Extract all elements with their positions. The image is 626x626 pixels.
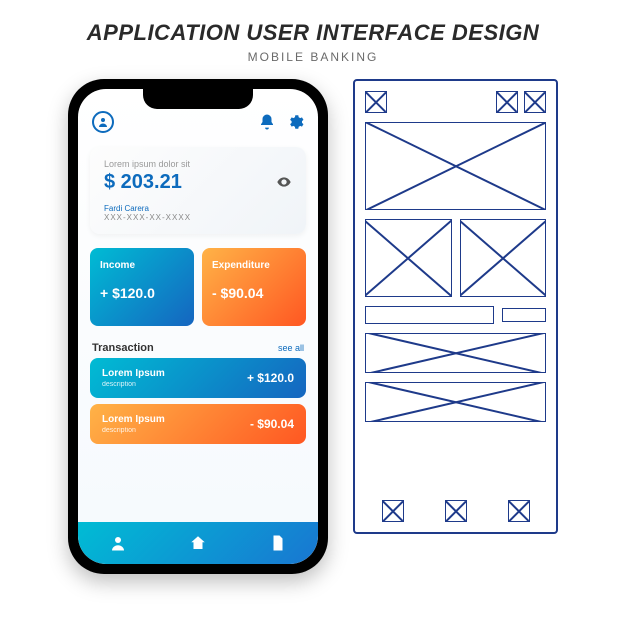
wf-placeholder — [502, 308, 546, 322]
wf-placeholder — [508, 500, 530, 522]
see-all-link[interactable]: see all — [278, 343, 304, 353]
balance-card: Lorem ipsum dolor sit $ 203.21 Fardi Car… — [90, 147, 306, 234]
nav-home-icon[interactable] — [189, 534, 207, 552]
transaction-row[interactable]: Lorem Ipsum description + $120.0 — [90, 358, 306, 398]
transaction-desc: description — [102, 381, 165, 388]
income-card[interactable]: Income + $120.0 — [90, 248, 194, 326]
transaction-title: Lorem Ipsum — [102, 414, 165, 425]
wf-placeholder — [365, 91, 387, 113]
transaction-row[interactable]: Lorem Ipsum description - $90.04 — [90, 404, 306, 444]
transaction-value: + $120.0 — [247, 371, 294, 385]
bottom-nav — [78, 522, 318, 564]
profile-button[interactable] — [92, 111, 114, 133]
gear-icon[interactable] — [286, 113, 304, 131]
wf-placeholder — [365, 333, 546, 373]
expenditure-label: Expenditure — [212, 260, 296, 271]
wf-placeholder — [445, 500, 467, 522]
balance-label: Lorem ipsum dolor sit — [104, 159, 292, 169]
expenditure-value: - $90.04 — [212, 285, 296, 301]
account-number: XXX-XXX-XX-XXXX — [104, 213, 292, 222]
wf-placeholder — [365, 122, 546, 210]
account-name: Fardi Carera — [104, 204, 292, 213]
balance-amount: $ 203.21 — [104, 171, 182, 194]
wf-placeholder — [524, 91, 546, 113]
wf-placeholder — [496, 91, 518, 113]
income-value: + $120.0 — [100, 285, 184, 301]
wf-placeholder — [365, 382, 546, 422]
wf-placeholder — [382, 500, 404, 522]
nav-document-icon[interactable] — [269, 534, 287, 552]
bell-icon[interactable] — [258, 113, 276, 131]
eye-icon[interactable] — [276, 174, 292, 190]
wf-placeholder — [365, 306, 494, 324]
transaction-value: - $90.04 — [250, 417, 294, 431]
page-title: APPLICATION USER INTERFACE DESIGN — [30, 20, 596, 46]
expenditure-card[interactable]: Expenditure - $90.04 — [202, 248, 306, 326]
transaction-title: Lorem Ipsum — [102, 368, 165, 379]
wf-placeholder — [365, 219, 452, 297]
user-icon — [97, 116, 109, 128]
page-subtitle: MOBILE BANKING — [30, 50, 596, 64]
transactions-title: Transaction — [92, 342, 154, 354]
wf-placeholder — [460, 219, 547, 297]
transaction-desc: description — [102, 427, 165, 434]
nav-profile-icon[interactable] — [109, 534, 127, 552]
income-label: Income — [100, 260, 184, 271]
phone-frame: Lorem ipsum dolor sit $ 203.21 Fardi Car… — [68, 79, 328, 574]
wireframe-panel — [353, 79, 558, 534]
